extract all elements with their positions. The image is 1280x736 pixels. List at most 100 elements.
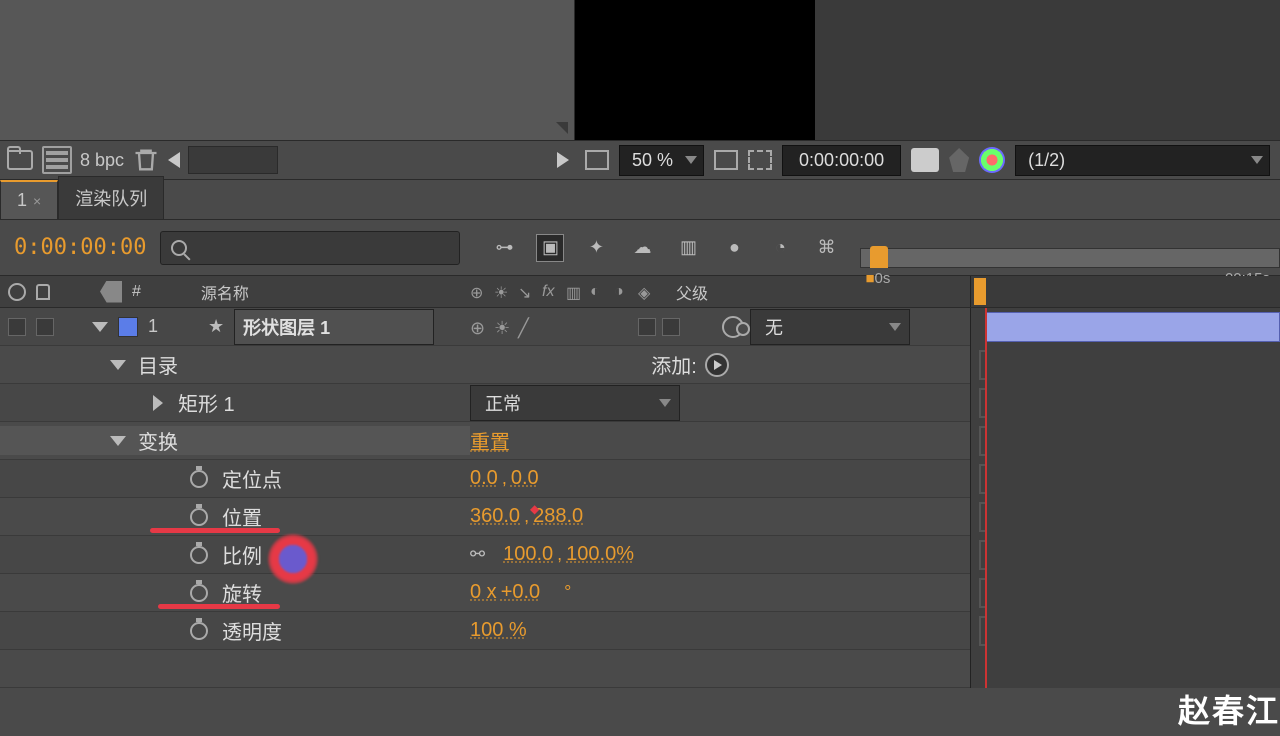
- view-fraction-dropdown[interactable]: (1/2): [1015, 145, 1270, 176]
- switch-icon[interactable]: ⊕: [470, 283, 488, 301]
- stopwatch-icon[interactable]: [190, 470, 208, 488]
- twirl-icon[interactable]: [153, 395, 163, 411]
- cursor-annotation: [268, 534, 318, 584]
- visibility-toggle[interactable]: [8, 318, 26, 336]
- twirl-icon[interactable]: [110, 360, 126, 370]
- folder-icon[interactable]: [6, 146, 34, 174]
- resolution-icon[interactable]: [714, 150, 738, 170]
- switch-icon[interactable]: ▥: [566, 283, 584, 301]
- layer-timeline-bar[interactable]: [970, 308, 1280, 346]
- bpc-label[interactable]: 8 bpc: [80, 150, 124, 171]
- stopwatch-icon[interactable]: [190, 508, 208, 526]
- trash-icon[interactable]: [132, 146, 160, 174]
- stopwatch-icon[interactable]: [190, 622, 208, 640]
- reset-link[interactable]: 重置: [470, 426, 510, 455]
- opacity-value[interactable]: 100 %: [470, 619, 527, 642]
- layer-index: 1: [148, 316, 158, 337]
- composition-panel: [575, 0, 1280, 140]
- anchor-label: 定位点: [222, 464, 282, 493]
- playhead[interactable]: [870, 246, 888, 268]
- switch-icon[interactable]: ◐: [590, 283, 608, 301]
- pickwhip-icon[interactable]: [722, 316, 744, 338]
- chevron-down-icon: [659, 399, 671, 407]
- solo-toggle[interactable]: [36, 318, 54, 336]
- zoom-dropdown[interactable]: 50 %: [619, 145, 704, 176]
- degree-unit: °: [564, 582, 571, 603]
- layer-name-input[interactable]: 形状图层 1: [234, 309, 434, 345]
- rotation-deg-value[interactable]: +0.0: [501, 581, 540, 604]
- fx-col-icon[interactable]: fx: [542, 283, 560, 301]
- label-col-icon[interactable]: [100, 281, 122, 303]
- timeline-header: 0:00:00:00 ⊶ ▣ ✦ ☁ ▥ ● ◔ ⌘ ■0s 00:15s: [0, 220, 1280, 276]
- work-area-header[interactable]: [970, 276, 1280, 307]
- lock-col-icon[interactable]: [36, 284, 50, 300]
- twirl-icon[interactable]: [110, 436, 126, 446]
- layer-twirl-icon[interactable]: [92, 322, 108, 332]
- close-icon[interactable]: ×: [33, 193, 41, 209]
- stopwatch-icon[interactable]: [190, 584, 208, 602]
- layer-color-label[interactable]: [118, 317, 138, 337]
- constrain-proportions-icon[interactable]: ⚯: [470, 544, 485, 565]
- scale-y-value[interactable]: 100.0%: [566, 543, 634, 566]
- comp-mini-flowchart-icon[interactable]: ⊶: [490, 234, 518, 262]
- graph-editor-icon[interactable]: ◔: [766, 234, 794, 262]
- roi-icon[interactable]: [748, 150, 772, 170]
- new-comp-icon[interactable]: [42, 146, 72, 174]
- current-timecode[interactable]: 0:00:00:00: [0, 235, 160, 260]
- next-button[interactable]: [557, 152, 569, 168]
- add-shape-button[interactable]: [705, 353, 729, 377]
- position-x-value[interactable]: 360.0: [470, 505, 520, 528]
- channels-icon[interactable]: [979, 147, 1005, 173]
- position-y-value[interactable]: 288.0: [533, 505, 583, 528]
- person-icon[interactable]: [949, 148, 969, 172]
- switch[interactable]: [638, 318, 656, 336]
- parent-dropdown[interactable]: 无: [750, 309, 910, 345]
- collapse-switch[interactable]: ☀: [494, 318, 512, 336]
- keyframe-diamond-icon: ◆: [530, 502, 539, 516]
- composition-preview[interactable]: [575, 0, 815, 140]
- preview-panels: [0, 0, 1280, 140]
- switch-icon[interactable]: ☀: [494, 283, 512, 301]
- tab-render-queue[interactable]: 渲染队列: [58, 176, 164, 219]
- opacity-row: 透明度 100 %: [0, 612, 1280, 650]
- contents-row[interactable]: 目录 添加:: [0, 346, 1280, 384]
- rotation-turns-value[interactable]: 0 x: [470, 581, 497, 604]
- shape-group-row[interactable]: 矩形 1 正常: [0, 384, 1280, 422]
- switch-icon[interactable]: ↘: [518, 283, 536, 301]
- search-input[interactable]: [160, 231, 460, 265]
- stopwatch-icon[interactable]: [190, 546, 208, 564]
- shy-toggle-icon[interactable]: ⌘: [812, 234, 840, 262]
- layer-row[interactable]: 1 ★ 形状图层 1 ⊕ ☀ ╱ 无: [0, 308, 1280, 346]
- anchor-y-value[interactable]: 0.0: [511, 467, 539, 490]
- frame-blend-icon[interactable]: ✦: [582, 234, 610, 262]
- brainstorm-icon[interactable]: ▥: [674, 234, 702, 262]
- transform-row[interactable]: 变换 重置: [0, 422, 1280, 460]
- blend-mode-dropdown[interactable]: 正常: [470, 385, 680, 421]
- panel-resize-handle[interactable]: [556, 122, 568, 134]
- switch-icon[interactable]: ◈: [638, 283, 656, 301]
- auto-keyframe-icon[interactable]: ●: [720, 234, 748, 262]
- switch[interactable]: [662, 318, 680, 336]
- flowchart-nav[interactable]: [188, 146, 278, 174]
- snapshot-icon[interactable]: [911, 148, 939, 172]
- anchor-point-row: 定位点 0.0 , 0.0: [0, 460, 1280, 498]
- visibility-col-icon[interactable]: [8, 283, 26, 301]
- source-name-col[interactable]: 源名称: [201, 280, 249, 304]
- column-headers: # 源名称 ⊕ ☀ ↘ fx ▥ ◐ ◑ ◈ 父级: [0, 276, 1280, 308]
- anchor-x-value[interactable]: 0.0: [470, 467, 498, 490]
- shy-switch[interactable]: ⊕: [470, 318, 488, 336]
- prev-button[interactable]: [168, 152, 180, 168]
- parent-col[interactable]: 父级: [676, 280, 708, 304]
- ruler-label: ■0s: [865, 270, 890, 287]
- scale-x-value[interactable]: 100.0: [503, 543, 553, 566]
- motion-blur-icon[interactable]: ☁: [628, 234, 656, 262]
- chevron-down-icon: [1251, 156, 1263, 164]
- tab-composition[interactable]: 1 ×: [0, 180, 58, 219]
- index-col: #: [132, 283, 141, 301]
- draft3d-icon[interactable]: ▣: [536, 234, 564, 262]
- viewer-timecode[interactable]: 0:00:00:00: [782, 145, 901, 176]
- switch-icon[interactable]: ◑: [614, 283, 632, 301]
- add-label: 添加:: [651, 350, 697, 379]
- quality-switch[interactable]: ╱: [518, 318, 536, 336]
- grid-icon[interactable]: [585, 150, 609, 170]
